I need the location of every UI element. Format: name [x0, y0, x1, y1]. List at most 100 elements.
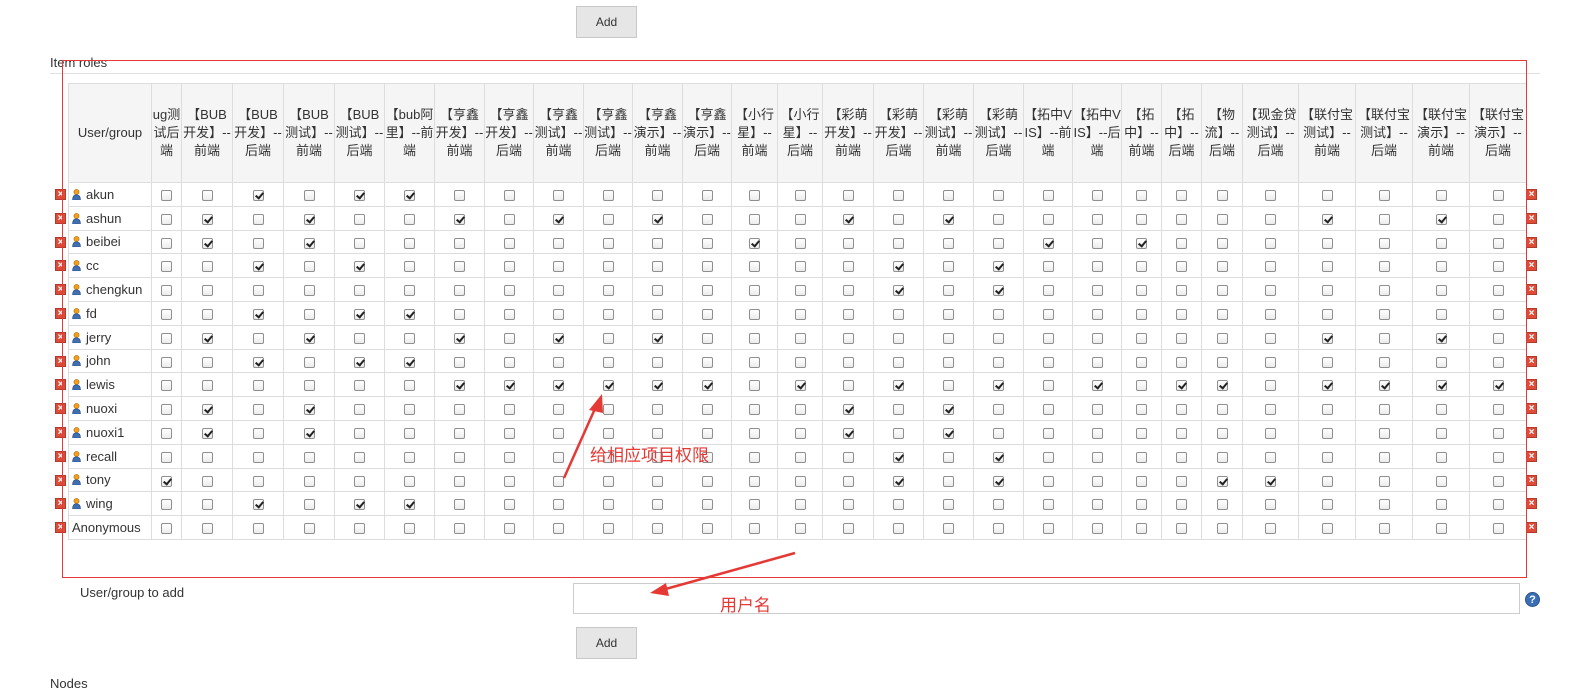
- permission-checkbox[interactable]: [1136, 475, 1147, 487]
- permission-checkbox[interactable]: [404, 451, 415, 463]
- permission-checkbox[interactable]: [553, 451, 564, 463]
- delete-row-icon[interactable]: ×: [55, 474, 66, 486]
- permission-checkbox[interactable]: [503, 404, 515, 416]
- delete-row-icon[interactable]: ×: [55, 522, 66, 534]
- permission-checkbox[interactable]: [252, 189, 264, 201]
- permission-checkbox[interactable]: [893, 356, 904, 368]
- delete-row-icon[interactable]: ×: [1526, 189, 1537, 200]
- permission-checkbox[interactable]: [454, 523, 465, 535]
- permission-checkbox[interactable]: [404, 213, 415, 225]
- permission-checkbox[interactable]: [842, 404, 854, 416]
- permission-checkbox[interactable]: [1216, 499, 1228, 511]
- permission-checkbox[interactable]: [893, 451, 904, 463]
- permission-checkbox[interactable]: [354, 451, 365, 463]
- delete-row-icon[interactable]: ×: [1526, 474, 1537, 486]
- permission-checkbox[interactable]: [1435, 427, 1447, 439]
- permission-checkbox[interactable]: [1265, 451, 1276, 463]
- permission-checkbox[interactable]: [1435, 523, 1447, 535]
- permission-checkbox[interactable]: [303, 499, 315, 511]
- permission-checkbox[interactable]: [1136, 404, 1147, 416]
- permission-checkbox[interactable]: [749, 356, 760, 368]
- permission-checkbox[interactable]: [161, 237, 172, 249]
- permission-checkbox[interactable]: [794, 404, 806, 416]
- permission-checkbox[interactable]: [1378, 404, 1390, 416]
- permission-checkbox[interactable]: [842, 237, 854, 249]
- permission-checkbox[interactable]: [503, 451, 515, 463]
- permission-checkbox[interactable]: [1321, 523, 1333, 535]
- permission-checkbox[interactable]: [993, 213, 1004, 225]
- permission-checkbox[interactable]: [1435, 285, 1447, 297]
- permission-checkbox[interactable]: [201, 356, 213, 368]
- permission-checkbox[interactable]: [652, 285, 663, 297]
- permission-checkbox[interactable]: [354, 404, 365, 416]
- permission-checkbox[interactable]: [1091, 308, 1103, 320]
- permission-checkbox[interactable]: [1091, 237, 1103, 249]
- permission-checkbox[interactable]: [701, 380, 713, 392]
- permission-checkbox[interactable]: [201, 499, 213, 511]
- permission-checkbox[interactable]: [1492, 404, 1504, 416]
- permission-checkbox[interactable]: [943, 189, 954, 201]
- permission-checkbox[interactable]: [1492, 285, 1504, 297]
- permission-checkbox[interactable]: [354, 380, 365, 392]
- delete-row-icon[interactable]: ×: [1526, 212, 1537, 224]
- permission-checkbox[interactable]: [201, 332, 213, 344]
- permission-checkbox[interactable]: [354, 332, 365, 344]
- help-icon[interactable]: ?: [1525, 592, 1540, 607]
- permission-checkbox[interactable]: [1042, 261, 1054, 273]
- permission-checkbox[interactable]: [553, 404, 564, 416]
- permission-checkbox[interactable]: [1042, 499, 1054, 511]
- permission-checkbox[interactable]: [893, 404, 904, 416]
- permission-checkbox[interactable]: [161, 332, 172, 344]
- permission-checkbox[interactable]: [749, 189, 760, 201]
- permission-checkbox[interactable]: [503, 332, 515, 344]
- permission-checkbox[interactable]: [201, 451, 213, 463]
- permission-checkbox[interactable]: [1265, 475, 1276, 487]
- permission-checkbox[interactable]: [1435, 332, 1447, 344]
- permission-checkbox[interactable]: [1042, 356, 1054, 368]
- permission-checkbox[interactable]: [454, 427, 465, 439]
- permission-checkbox[interactable]: [252, 475, 264, 487]
- permission-checkbox[interactable]: [553, 499, 564, 511]
- permission-checkbox[interactable]: [794, 237, 806, 249]
- permission-checkbox[interactable]: [1176, 499, 1187, 511]
- delete-row-icon[interactable]: ×: [55, 427, 66, 438]
- permission-checkbox[interactable]: [354, 213, 365, 225]
- permission-checkbox[interactable]: [1378, 261, 1390, 273]
- permission-checkbox[interactable]: [993, 356, 1004, 368]
- permission-checkbox[interactable]: [993, 189, 1004, 201]
- permission-checkbox[interactable]: [1492, 523, 1504, 535]
- permission-checkbox[interactable]: [1176, 237, 1187, 249]
- permission-checkbox[interactable]: [602, 475, 614, 487]
- permission-checkbox[interactable]: [252, 499, 264, 511]
- permission-checkbox[interactable]: [201, 308, 213, 320]
- permission-checkbox[interactable]: [1265, 308, 1276, 320]
- permission-checkbox[interactable]: [1321, 451, 1333, 463]
- permission-checkbox[interactable]: [1378, 523, 1390, 535]
- permission-checkbox[interactable]: [201, 380, 213, 392]
- permission-checkbox[interactable]: [454, 404, 465, 416]
- permission-checkbox[interactable]: [553, 427, 564, 439]
- permission-checkbox[interactable]: [1321, 427, 1333, 439]
- permission-checkbox[interactable]: [794, 285, 806, 297]
- permission-checkbox[interactable]: [303, 404, 315, 416]
- permission-checkbox[interactable]: [1435, 261, 1447, 273]
- permission-checkbox[interactable]: [404, 237, 415, 249]
- permission-checkbox[interactable]: [602, 427, 614, 439]
- permission-checkbox[interactable]: [1321, 332, 1333, 344]
- permission-checkbox[interactable]: [652, 427, 663, 439]
- permission-checkbox[interactable]: [1176, 475, 1187, 487]
- permission-checkbox[interactable]: [794, 308, 806, 320]
- permission-checkbox[interactable]: [602, 332, 614, 344]
- permission-checkbox[interactable]: [701, 285, 713, 297]
- permission-checkbox[interactable]: [1265, 499, 1276, 511]
- permission-checkbox[interactable]: [1176, 356, 1187, 368]
- delete-row-icon[interactable]: ×: [55, 212, 66, 224]
- permission-checkbox[interactable]: [303, 285, 315, 297]
- permission-checkbox[interactable]: [701, 261, 713, 273]
- delete-row-icon[interactable]: ×: [55, 308, 66, 319]
- permission-checkbox[interactable]: [794, 213, 806, 225]
- permission-checkbox[interactable]: [1492, 356, 1504, 368]
- permission-checkbox[interactable]: [1091, 213, 1103, 225]
- permission-checkbox[interactable]: [1136, 451, 1147, 463]
- permission-checkbox[interactable]: [1265, 189, 1276, 201]
